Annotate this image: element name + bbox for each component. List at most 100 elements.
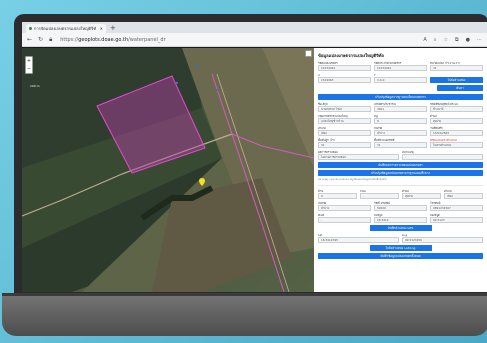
satellite-imagery [22,48,314,292]
url-domain: geoplots.doae.go.th [78,36,129,43]
laptop-base [2,296,487,336]
x-field[interactable]: 1519963 [318,77,371,83]
zoom-icon[interactable]: ⌕ [434,37,437,43]
form-field: ลองจิจูด 99.5123 [430,213,483,223]
longitude-field[interactable]: 99.5123 [430,217,483,223]
form-field: เลขบัตรประชาชน 3001 [374,102,427,112]
read-aloud-icon[interactable]: A [423,37,426,43]
addr-district-field[interactable]: เมือง [444,193,483,199]
latitude-field[interactable]: 18.3412 [374,217,427,223]
zoom-out-button[interactable]: − [26,65,32,73]
new-tab-icon[interactable]: + [110,24,116,32]
url-path: /waterpanel_dr [128,36,166,43]
screen: การจัดแปลงเกษตรกรแปลงใหญ่ดิจิทัล ✕ + ← ↻… [22,22,487,292]
favorite-icon[interactable]: ☆ [444,37,448,43]
form-field: กลุ่มเกษตรกร/แปลงใหญ่ แปลงใหญ่ข้าวบ้าน [318,114,371,124]
subdistrict-field[interactable]: ทุ่งฝาย [430,118,483,124]
form-row: กลุ่มเกษตรกร/แปลงใหญ่ แปลงใหญ่ข้าวบ้าน หม… [318,114,483,124]
lng-input[interactable]: 99.5123456 [402,237,483,243]
locate-button[interactable]: ไปยังตำแหน่ง [430,77,483,83]
phone-field[interactable]: 0891234567 [430,205,483,211]
form-field: ไปยังตำแหน่ง [430,73,483,83]
refresh-icon[interactable]: ↻ [38,36,43,43]
farmer-id-field[interactable]: 14154461 [374,65,427,71]
form-field: ตำบล ทุ่งฝาย [402,189,441,199]
url-field[interactable]: https://geoplots.doae.go.th/waterpanel_d… [60,37,165,43]
back-icon[interactable]: ← [27,36,32,43]
collections-icon[interactable]: ⧉ [455,37,459,43]
divider [318,185,483,186]
tab-favicon-icon [29,27,32,30]
profile-icon[interactable]: ● [466,37,470,43]
form-field: วันที่บันทึก 15/04/2565 [430,126,483,136]
form-field: พิกัดแปลงตรงตำแหน่ง ไม่ตรงตำแหน่ง [430,138,483,148]
close-tab-icon[interactable]: ✕ [100,26,103,31]
postcode-field[interactable]: 52000 [374,205,427,211]
road-field[interactable]: - [360,193,399,199]
form-field: อีเมล - [318,213,371,223]
update-plot-button[interactable]: ปรับปรุงข้อมูลแปลงเกษตรจากฐานแผนที่กลาง [318,170,483,176]
lat-input[interactable]: 18.3412345 [318,237,399,243]
map-scale: 100 m [30,84,40,88]
map-view[interactable]: + − 100 m [22,48,314,292]
planted-area-field[interactable]: 31 [318,142,371,148]
addr-province-field[interactable]: ลำปาง [318,205,371,211]
plot-size-field[interactable]: 31 [430,65,483,71]
email-field[interactable]: - [318,217,371,223]
zoom-control: + − [25,56,33,74]
form-field: รหัสแปลงเกษตร 14154461 [318,61,371,71]
url-prefix: https:// [60,36,79,43]
browser-tab[interactable]: การจัดแปลงเกษตรกรแปลงใหญ่ดิจิทัล ✕ [26,24,106,33]
form-row: รหัสแปลงเกษตร 14154461 รหัสประจำตัวเกษตรก… [318,61,483,71]
group-field[interactable]: แปลงใหญ่ข้าวบ้าน [318,118,371,124]
save-check-button[interactable]: บันทึกผลการตรวจสอบแปลงเกษตร [318,162,483,168]
village-field[interactable]: 9 [374,118,427,124]
form-row: X 1519963 Y 3-0-0 ไปยังตำแหน่ง [318,73,483,83]
form-field: Y 3-0-0 [374,73,427,83]
side-panel: ข้อมูลแปลงเกษตรกรแปลงใหญ่ดิจิทัล รหัสแปล… [314,48,487,292]
form-row: อีเมล - ละติจูด 18.3412 ลองจิจูด 99.5123 [318,213,483,223]
district-field[interactable]: เมือง [318,130,371,136]
form-field: รหัสไปรษณีย์ 52000 [374,201,427,211]
form-row: Lat 18.3412345 Lng 99.5123456 [318,233,483,243]
address-bar: ← ↻ 🔒︎ https://geoplots.doae.go.th/water… [22,33,487,47]
form-field: อำเภอ เมือง [444,189,483,199]
update-farmer-info-button[interactable]: ปรับปรุงข้อมูลจากฐานทะเบียนเกษตรกร [318,94,483,100]
locate-latlng-button[interactable]: ไปยังตำแหน่ง Lat/Lng [369,245,432,251]
form-field: X 1519963 [318,73,371,83]
form-row: อำเภอ เมือง จังหวัด ลำปาง วันที่บันทึก 15/0… [318,126,483,136]
plot-id-field[interactable]: 14154461 [318,65,371,71]
layers-button[interactable] [305,50,312,57]
form-row: พื้นที่ปลูก (ไร่) 31 พื้นที่ตามเอกสิทธิ์ 3… [318,138,483,148]
form-field: จังหวัด ลำปาง [318,201,371,211]
addr-subdistrict-field[interactable]: ทุ่งฝาย [402,193,441,199]
form-field: หมู่ 9 [374,114,427,124]
form-row: ชื่อ-สกุล นายสมชาย ไชยา เลขบัตรประชาชน 300… [318,102,483,112]
province-field[interactable]: ลำปาง [374,130,427,136]
save-all-button[interactable]: บันทึกข้อมูลแปลงเกษตรทั้งหมด [318,253,483,259]
crop-type-field[interactable]: ข้าวนาปี [430,106,483,112]
form-field: จังหวัด ลำปาง [374,126,427,136]
form-field: ชนิดพืช/ปศุสัตว์/ประมง ข้าวนาปี [430,102,483,112]
form-field: Lat 18.3412345 [318,233,399,243]
name-field[interactable]: นายสมชาย ไชยา [318,106,371,112]
citizen-id-field[interactable]: 3001 [374,106,427,112]
form-field: หมายเหตุ - [402,150,483,160]
form-field: พื้นที่ตามเอกสิทธิ์ 31 [374,138,427,148]
titled-area-field[interactable]: 31 [374,142,427,148]
record-date-field[interactable]: 15/04/2565 [430,130,483,136]
form-field: ชื่อ-สกุล นายสมชาย ไชยา [318,102,371,112]
form-row: บ้าน 9 ถนน - ตำบล ทุ่งฝาย อำเภอ เมือง [318,189,483,199]
check-result-select[interactable]: ไม่ผ่านการตรวจสอบ [318,154,399,160]
remark-field[interactable]: - [402,154,483,160]
house-field[interactable]: 9 [318,193,357,199]
form-field: ละติจูด 18.3412 [374,213,427,223]
form-field: ขนาดแปลง (ไร่-งาน-วา) 31 [430,61,483,71]
position-match-field[interactable]: ไม่ตรงตำแหน่ง [430,142,483,148]
more-icon[interactable]: ⋯ [477,37,482,43]
form-row: ผลการตรวจสอบ ไม่ผ่านการตรวจสอบ หมายเหตุ - [318,150,483,160]
y-field[interactable]: 3-0-0 [374,77,427,83]
zoom-in-button[interactable]: + [26,57,32,65]
save-gps-button[interactable]: บันทึกตำแหน่ง GPS [369,225,432,231]
browser-toolbar: A ⌕ ☆ ⧉ ● ⋯ [423,37,482,43]
